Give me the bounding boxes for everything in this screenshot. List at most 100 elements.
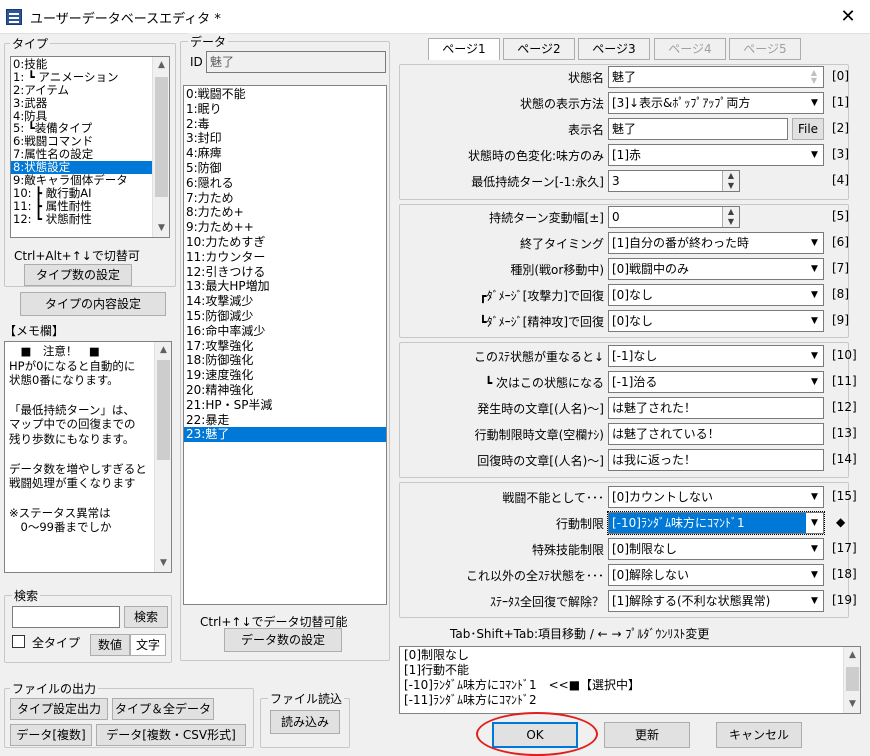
number-field[interactable]: 0 ▲ ▼	[608, 206, 740, 228]
data-list-item[interactable]: 2:毒	[184, 117, 386, 132]
dropdown-field[interactable]: [0]解除しない ▼	[608, 564, 824, 586]
type-count-button[interactable]: タイプ数の設定	[24, 264, 132, 286]
chevron-down-icon[interactable]: ▼	[806, 513, 823, 533]
spin-down-icon[interactable]: ▼	[723, 217, 739, 227]
chevron-down-icon[interactable]: ▼	[806, 372, 823, 392]
chevron-down-icon[interactable]: ▼	[806, 145, 823, 165]
data-list-item[interactable]: 21:HP・SP半減	[184, 398, 386, 413]
type-list-scrollbar[interactable]: ▲ ▼	[152, 57, 169, 237]
option-list-item[interactable]: [-11]ﾗﾝﾀﾞﾑ味方にｺﾏﾝﾄﾞ2	[404, 693, 834, 708]
type-list-item[interactable]: 0:技能	[11, 58, 152, 71]
scroll-thumb[interactable]	[155, 77, 168, 197]
dropdown-field[interactable]: [1]自分の番が終わった時 ▼	[608, 232, 824, 254]
spin-up-icon[interactable]: ▲	[723, 171, 739, 181]
search-input[interactable]	[12, 606, 120, 628]
type-list-item[interactable]: 9:敵キャラ個体データ	[11, 174, 152, 187]
option-list-item[interactable]: [1]行動不能	[404, 663, 834, 678]
output-data-csv-button[interactable]: データ[複数・CSV形式]	[96, 724, 246, 746]
dropdown-field[interactable]: [1]解除する(不利な状態異常) ▼	[608, 590, 824, 612]
dropdown-field[interactable]: [-1]なし ▼	[608, 345, 824, 367]
data-list-item[interactable]: 3:封印	[184, 131, 386, 146]
chevron-down-icon[interactable]: ▼	[806, 565, 823, 585]
number-field[interactable]: 3 ▲ ▼	[608, 170, 740, 192]
type-list-item[interactable]: 1: ┗ アニメーション	[11, 70, 152, 84]
dropdown-field[interactable]: [1]赤 ▼	[608, 144, 824, 166]
text-field[interactable]: 魅了	[608, 118, 788, 140]
dropdown-field[interactable]: [-1]治る ▼	[608, 371, 824, 393]
cancel-button[interactable]: キャンセル	[716, 722, 802, 748]
dropdown-field[interactable]: [-10]ﾗﾝﾀﾞﾑ味方にｺﾏﾝﾄﾞ1 ▼	[607, 511, 825, 535]
text-field[interactable]: は我に返った！	[608, 449, 824, 471]
type-list-item[interactable]: 11: ┣ 属性耐性	[11, 199, 152, 213]
data-list-item[interactable]: 11:カウンター	[184, 250, 386, 265]
data-list-item[interactable]: 4:麻痺	[184, 146, 386, 161]
data-list[interactable]: 0:戦闘不能 1:眠り 2:毒 3:封印 4:麻痺 5:防御 6:隠れる 7:力ため 8:力ため…	[183, 85, 387, 605]
data-list-item[interactable]: 17:攻撃強化	[184, 339, 386, 354]
file-button[interactable]: File	[792, 118, 824, 140]
data-list-item[interactable]: 20:精神強化	[184, 383, 386, 398]
tab-page-3[interactable]: ページ3	[578, 38, 650, 60]
data-list-item[interactable]: 22:暴走	[184, 413, 386, 428]
dropdown-field[interactable]: [3]↓表示&ﾎﾟｯﾌﾟｱｯﾌﾟ両方 ▼	[608, 92, 824, 114]
type-list-item[interactable]: 12: ┗ 状態耐性	[11, 212, 152, 226]
output-type-settings-button[interactable]: タイプ設定出力	[10, 698, 108, 720]
data-list-item[interactable]: 23:魅了	[184, 427, 386, 443]
data-list-item[interactable]: 19:速度強化	[184, 368, 386, 383]
memo-scrollbar[interactable]: ▲ ▼	[154, 342, 171, 572]
scroll-down-icon[interactable]: ▼	[155, 555, 171, 572]
scroll-up-icon[interactable]: ▲	[153, 57, 169, 74]
data-list-item[interactable]: 14:攻撃減少	[184, 294, 386, 309]
tab-page-2[interactable]: ページ2	[503, 38, 575, 60]
chevron-down-icon[interactable]: ▼	[806, 591, 823, 611]
type-list[interactable]: 0:技能 1: ┗ アニメーション 2:アイテム 3:武器 4:防具 5: ┗装備タイプ 6…	[10, 56, 170, 238]
type-content-button[interactable]: タイプの内容設定	[20, 292, 166, 316]
text-field[interactable]: は魅了された！	[608, 397, 824, 419]
data-list-item[interactable]: 9:力ため++	[184, 220, 386, 235]
option-list-item[interactable]: [0]制限なし	[404, 648, 834, 663]
spin-buttons[interactable]: ▲ ▼	[722, 171, 739, 191]
type-list-item[interactable]: 10: ┣ 敵行動AI	[11, 187, 152, 200]
chevron-down-icon[interactable]: ▼	[806, 93, 823, 113]
type-list-item[interactable]: 2:アイテム	[11, 83, 152, 97]
dropdown-field[interactable]: [0]なし ▼	[608, 284, 824, 306]
scroll-thumb[interactable]	[157, 360, 170, 460]
data-count-button[interactable]: データ数の設定	[224, 628, 342, 652]
search-button[interactable]: 検索	[124, 606, 168, 628]
chevron-down-icon[interactable]: ▼	[806, 539, 823, 559]
dropdown-field[interactable]: [0]カウントしない ▼	[608, 486, 824, 508]
spin-down-icon[interactable]: ▼	[723, 181, 739, 191]
close-button[interactable]: ✕	[830, 2, 866, 32]
data-list-item[interactable]: 13:最大HP増加	[184, 279, 386, 294]
search-value-button[interactable]: 数値	[90, 634, 130, 656]
chevron-down-icon[interactable]: ▼	[806, 233, 823, 253]
chevron-down-icon[interactable]: ▼	[806, 259, 823, 279]
data-list-item[interactable]: 10:力ためすぎ	[184, 235, 386, 250]
dropdown-field[interactable]: [0]戦闘中のみ ▼	[608, 258, 824, 280]
option-list[interactable]: [0]制限なし [1]行動不能 [-10]ﾗﾝﾀﾞﾑ味方にｺﾏﾝﾄﾞ1 <<■【選択…	[399, 646, 861, 714]
tab-page-1[interactable]: ページ1	[428, 38, 500, 60]
output-data-multi-button[interactable]: データ[複数]	[10, 724, 92, 746]
chevron-down-icon[interactable]: ▼	[806, 346, 823, 366]
scroll-thumb[interactable]	[846, 667, 859, 691]
dropdown-field[interactable]: [0]なし ▼	[608, 310, 824, 332]
file-load-button[interactable]: 読み込み	[270, 710, 340, 734]
text-field[interactable]: 魅了 ▲ ▼	[608, 66, 824, 88]
data-list-item[interactable]: 5:防御	[184, 161, 386, 176]
output-type-all-button[interactable]: タイプ＆全データ	[112, 698, 214, 720]
spin-buttons[interactable]: ▲ ▼	[722, 207, 739, 227]
data-list-item[interactable]: 12:引きつける	[184, 265, 386, 280]
data-list-item[interactable]: 16:命中率減少	[184, 324, 386, 339]
text-field[interactable]: は魅了されている！	[608, 423, 824, 445]
option-list-scrollbar[interactable]: ▲ ▼	[843, 647, 860, 713]
data-list-item[interactable]: 0:戦闘不能	[184, 87, 386, 102]
data-list-item[interactable]: 18:防御強化	[184, 353, 386, 368]
data-list-item[interactable]: 7:力ため	[184, 191, 386, 206]
scroll-down-icon[interactable]: ▼	[153, 220, 169, 237]
spin-up-icon[interactable]: ▲	[723, 207, 739, 217]
chevron-down-icon[interactable]: ▼	[806, 311, 823, 331]
type-list-item[interactable]: 3:武器	[11, 96, 152, 110]
data-list-item[interactable]: 6:隠れる	[184, 176, 386, 191]
chevron-down-icon[interactable]: ▼	[806, 285, 823, 305]
update-button[interactable]: 更新	[604, 722, 690, 748]
chevron-down-icon[interactable]: ▼	[806, 487, 823, 507]
